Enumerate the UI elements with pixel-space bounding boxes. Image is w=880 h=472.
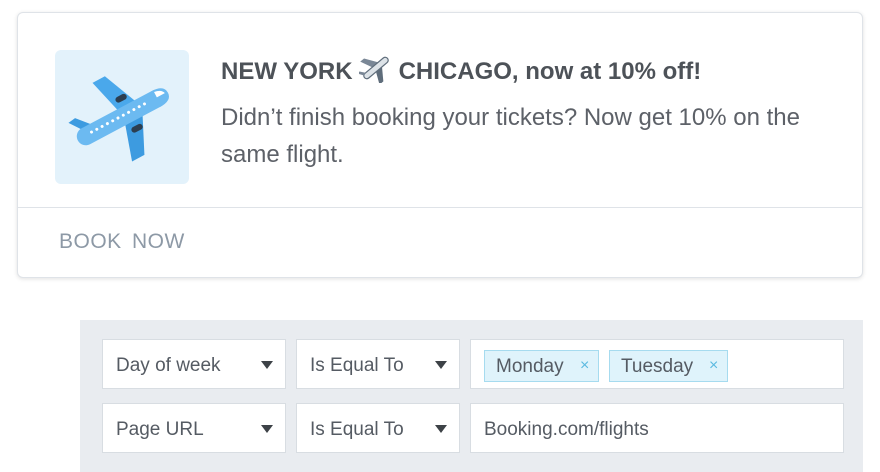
operator-select[interactable]: Is Equal To xyxy=(296,403,460,453)
caret-down-icon xyxy=(435,425,447,433)
airplane-icon xyxy=(68,76,169,162)
field-select-page-url[interactable]: Page URL xyxy=(102,403,286,453)
field-select-label: Day of week xyxy=(116,355,221,376)
tag-label: Tuesday xyxy=(621,356,694,377)
notification-thumbnail xyxy=(55,50,189,184)
operator-select-label: Is Equal To xyxy=(310,419,404,440)
close-icon[interactable]: × xyxy=(580,357,589,375)
url-value-text: Booking.com/flights xyxy=(484,419,649,440)
tag-tuesday: Tuesday × xyxy=(609,350,728,382)
day-values-input[interactable]: Monday × Tuesday × xyxy=(470,339,844,389)
caret-down-icon xyxy=(435,361,447,369)
close-icon[interactable]: × xyxy=(709,357,718,375)
airplane-icon xyxy=(356,53,393,90)
card-divider xyxy=(18,207,862,208)
book-now-button[interactable]: BOOK NOW xyxy=(59,230,185,254)
destination-and-offer: CHICAGO, now at 10% off! xyxy=(398,58,702,85)
url-value-input[interactable]: Booking.com/flights xyxy=(470,403,844,453)
caret-down-icon xyxy=(261,425,273,433)
operator-select-label: Is Equal To xyxy=(310,355,404,376)
field-select-day-of-week[interactable]: Day of week xyxy=(102,339,286,389)
caret-down-icon xyxy=(261,361,273,369)
tag-monday: Monday × xyxy=(484,350,599,382)
targeting-rules-panel: Day of week Is Equal To Monday × Tuesday… xyxy=(80,320,863,472)
notification-message: Didn’t finish booking your tickets? Now … xyxy=(221,104,800,168)
operator-select[interactable]: Is Equal To xyxy=(296,339,460,389)
origin-city: NEW YORK xyxy=(221,58,353,85)
field-select-label: Page URL xyxy=(116,419,204,440)
notification-card: NEW YORK CHICAGO, now at 10% off! Didn’t… xyxy=(17,12,863,278)
tag-label: Monday xyxy=(496,356,564,377)
notification-title: NEW YORK CHICAGO, now at 10% off! xyxy=(221,53,701,90)
